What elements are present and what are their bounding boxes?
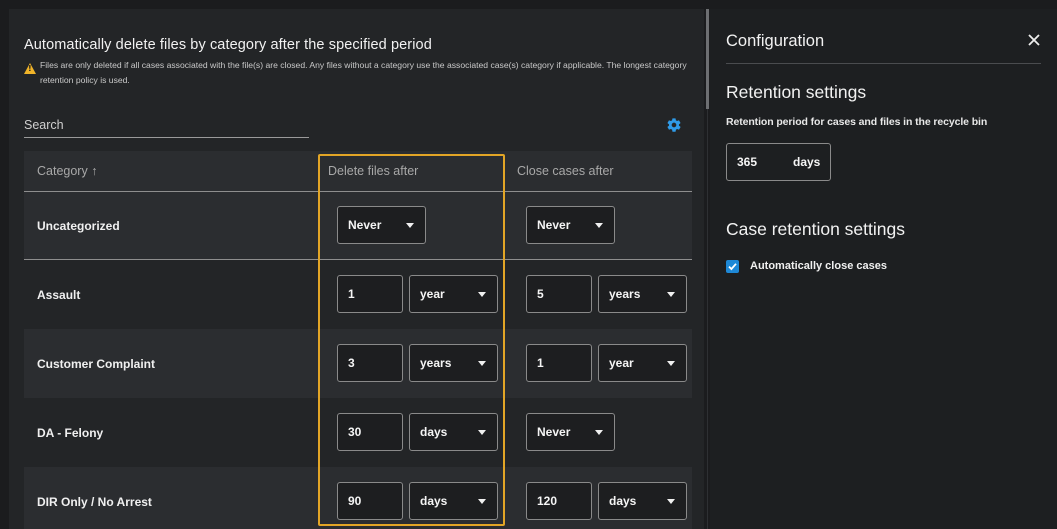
chevron-down-icon xyxy=(595,429,603,435)
warning-icon xyxy=(24,63,36,74)
chevron-down-icon xyxy=(478,498,486,504)
delete-unit-select[interactable]: days xyxy=(409,481,498,520)
category-name: Assault xyxy=(37,287,81,302)
unit-value: days xyxy=(420,424,448,439)
table-header: Category ↑ Delete files after Close case… xyxy=(24,151,692,192)
close-never-select[interactable]: Never xyxy=(526,412,615,451)
amount-value: 3 xyxy=(348,355,355,370)
delete-amount-input[interactable]: 30 xyxy=(337,412,403,451)
chevron-down-icon xyxy=(667,498,675,504)
chevron-down-icon xyxy=(406,223,414,228)
gear-icon[interactable] xyxy=(666,117,682,133)
delete-amount-input[interactable]: 3 xyxy=(337,343,403,382)
unit-value: year xyxy=(420,286,445,301)
chevron-down-icon xyxy=(478,291,486,297)
retention-period-input[interactable]: 365 days xyxy=(726,143,831,181)
close-unit-select[interactable]: days xyxy=(598,481,687,520)
close-amount-input[interactable]: 120 xyxy=(526,481,592,520)
chevron-down-icon xyxy=(667,291,675,297)
configuration-panel: Configuration Retention settings Retenti… xyxy=(710,9,1057,529)
unit-value: days xyxy=(609,493,637,508)
amount-value: 90 xyxy=(348,493,362,508)
amount-value: 5 xyxy=(537,286,544,301)
delete-never-select[interactable]: Never xyxy=(337,206,426,244)
page-title: Automatically delete files by category a… xyxy=(24,37,432,53)
close-unit-select[interactable]: years xyxy=(598,274,687,313)
delete-amount-input[interactable]: 1 xyxy=(337,274,403,313)
retention-period-value: 365 xyxy=(737,155,758,169)
retention-period-unit: days xyxy=(793,155,821,169)
delete-amount-input[interactable]: 90 xyxy=(337,481,403,520)
amount-value: 1 xyxy=(348,286,355,301)
retention-table: Category ↑ Delete files after Close case… xyxy=(24,151,692,529)
unit-value: years xyxy=(609,286,641,301)
select-value: Never xyxy=(537,424,571,439)
amount-value: 120 xyxy=(537,493,558,508)
table-body: Uncategorized Never Never Assault 1 year 5 year… xyxy=(24,192,692,529)
column-header-delete: Delete files after xyxy=(328,164,419,178)
chevron-down-icon xyxy=(667,360,675,366)
category-name: Customer Complaint xyxy=(37,356,156,371)
retention-panel: Automatically delete files by category a… xyxy=(9,9,704,529)
warning-text: Files are only deleted if all cases asso… xyxy=(40,60,687,85)
close-icon[interactable] xyxy=(1027,33,1041,47)
unit-value: days xyxy=(420,493,448,508)
case-retention-title: Case retention settings xyxy=(726,219,905,239)
delete-unit-select[interactable]: year xyxy=(409,274,498,313)
unit-value: years xyxy=(420,355,452,370)
delete-unit-select[interactable]: days xyxy=(409,412,498,451)
chevron-down-icon xyxy=(478,429,486,435)
select-value: Never xyxy=(348,218,382,232)
column-header-category[interactable]: Category ↑ xyxy=(37,164,97,178)
table-row: DIR Only / No Arrest 90 days 120 days xyxy=(24,467,692,529)
table-row: Uncategorized Never Never xyxy=(24,192,692,260)
search-input[interactable]: Search xyxy=(24,118,64,132)
retention-settings-description: Retention period for cases and files in … xyxy=(726,116,988,128)
auto-close-checkbox[interactable] xyxy=(726,260,739,273)
check-icon xyxy=(728,263,737,271)
search-underline xyxy=(24,137,309,138)
unit-value: year xyxy=(609,355,634,370)
auto-close-label[interactable]: Automatically close cases xyxy=(750,260,887,272)
table-row: Assault 1 year 5 years xyxy=(24,260,692,329)
amount-value: 30 xyxy=(348,424,362,439)
close-unit-select[interactable]: year xyxy=(598,343,687,382)
delete-unit-select[interactable]: years xyxy=(409,343,498,382)
scrollbar-thumb[interactable] xyxy=(706,9,709,109)
close-amount-input[interactable]: 1 xyxy=(526,343,592,382)
retention-settings-title: Retention settings xyxy=(726,82,867,102)
close-amount-input[interactable]: 5 xyxy=(526,274,592,313)
column-header-close: Close cases after xyxy=(517,164,614,178)
chevron-down-icon xyxy=(595,223,603,228)
category-name: DIR Only / No Arrest xyxy=(37,494,152,509)
configuration-title: Configuration xyxy=(726,32,825,50)
table-row: DA - Felony 30 days Never xyxy=(24,398,692,467)
close-never-select[interactable]: Never xyxy=(526,206,615,244)
table-row: Customer Complaint 3 years 1 year xyxy=(24,329,692,398)
category-name: DA - Felony xyxy=(37,425,104,440)
configuration-divider xyxy=(726,63,1041,64)
amount-value: 1 xyxy=(537,355,544,370)
category-name: Uncategorized xyxy=(37,219,120,233)
select-value: Never xyxy=(537,218,571,232)
chevron-down-icon xyxy=(478,360,486,366)
